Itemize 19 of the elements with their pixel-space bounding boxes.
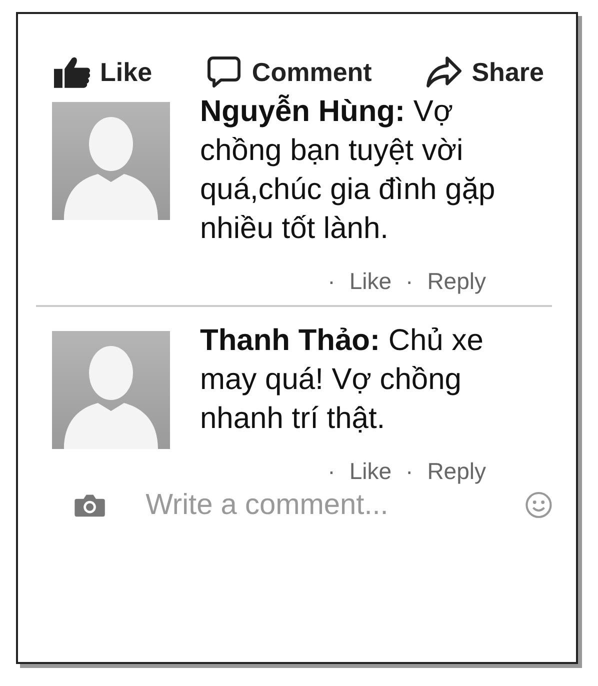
share-button[interactable]: Share: [426, 52, 544, 92]
comment-button[interactable]: Comment: [206, 52, 372, 92]
like-button[interactable]: Like: [54, 52, 152, 92]
comment-field[interactable]: Write a comment...: [144, 488, 525, 522]
comment-link[interactable]: Like: [349, 458, 392, 485]
comment-link[interactable]: Like: [349, 268, 392, 295]
comment-link[interactable]: Reply: [427, 268, 486, 295]
separator-dot: ·: [406, 458, 414, 485]
speech-bubble-icon: [206, 56, 242, 88]
comment-text: Nguyễn Hùng: Vợ chồng bạn tuyệt vời quá,chúc gia đình gặp nhiều tốt lành.: [200, 94, 496, 247]
comment-link[interactable]: Reply: [427, 458, 486, 485]
thumbs-up-icon: [54, 56, 90, 88]
separator-dot: ·: [328, 458, 336, 485]
arrow-icon: [426, 56, 462, 88]
separator-dot: ·: [406, 268, 414, 295]
avatar-icon: [52, 331, 170, 449]
avatar-icon: [52, 102, 170, 220]
comment-text: Thanh Thảo: Chủ xe may quá! Vợ chồng nhanh trí thật.: [200, 323, 484, 437]
separator-dot: ·: [328, 268, 336, 295]
